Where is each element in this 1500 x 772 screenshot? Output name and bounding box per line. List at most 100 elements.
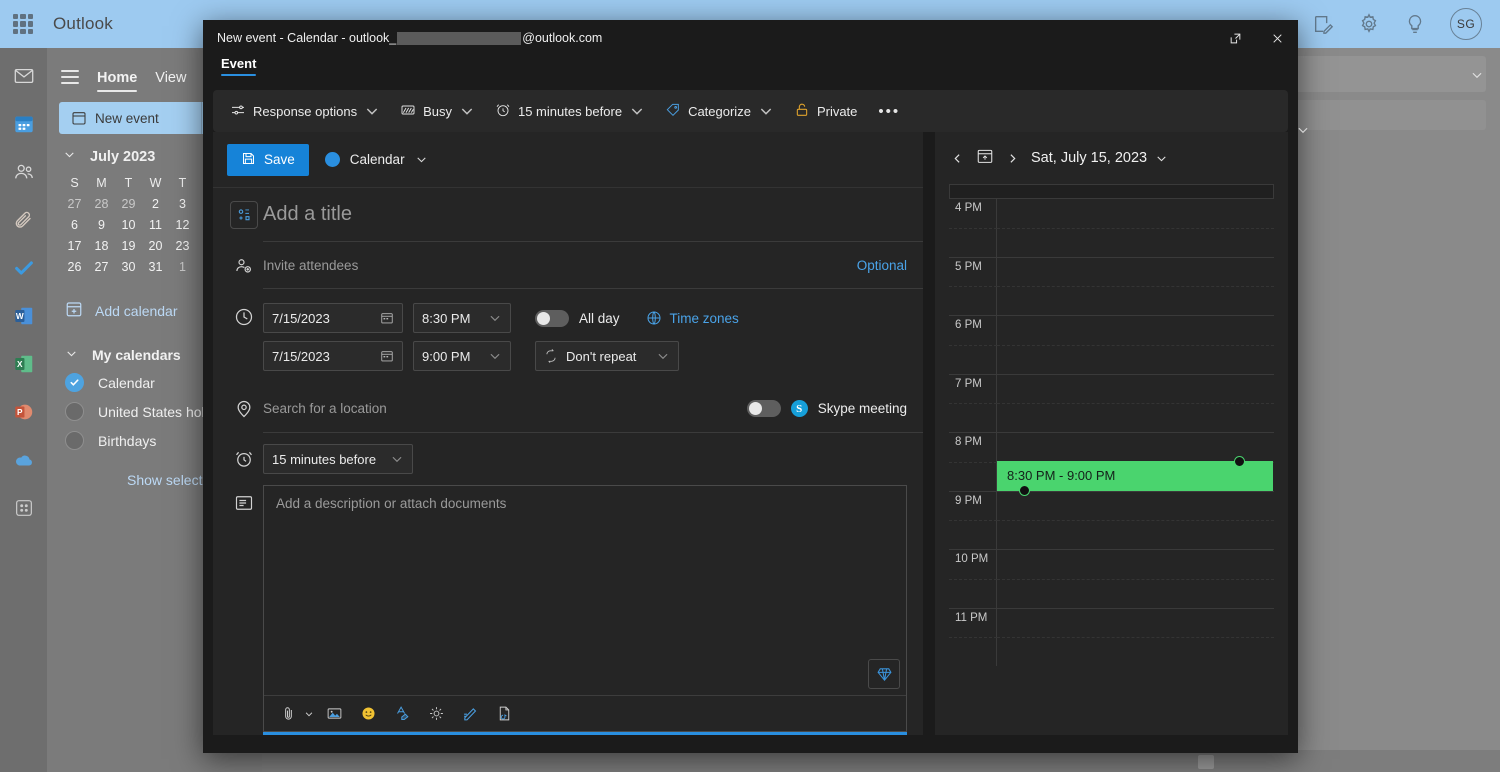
categorize-button[interactable]: Categorize [656, 96, 783, 126]
hour-row[interactable]: 10 PM [949, 549, 1274, 608]
close-icon[interactable] [1256, 20, 1298, 56]
event-type-icon[interactable] [230, 201, 258, 229]
avatar[interactable]: SG [1450, 8, 1482, 40]
gem-icon[interactable] [868, 659, 900, 689]
hour-slot[interactable] [997, 258, 1274, 316]
checkbox-unchecked-icon[interactable] [65, 402, 84, 421]
calendar-picker-icon[interactable] [380, 311, 394, 325]
mini-calendar-day[interactable]: 1 [169, 260, 196, 274]
ribbon-overflow-button[interactable]: ••• [868, 103, 910, 120]
mini-calendar-day[interactable]: 27 [61, 197, 88, 211]
attach-icon[interactable] [274, 701, 302, 727]
mini-calendar-day[interactable]: 30 [115, 260, 142, 274]
start-date-field[interactable]: 7/15/2023 [263, 303, 403, 333]
mini-calendar-day[interactable]: 2 [142, 197, 169, 211]
hour-row[interactable]: 5 PM [949, 256, 1274, 316]
status-bar-icon[interactable] [1198, 755, 1214, 769]
hour-slot[interactable] [997, 199, 1274, 257]
rail-item-people[interactable] [8, 156, 40, 188]
repeat-field[interactable]: Don't repeat [535, 341, 679, 371]
mini-calendar-day[interactable]: 31 [142, 260, 169, 274]
all-day-strip[interactable] [949, 184, 1274, 198]
tab-home[interactable]: Home [97, 70, 138, 92]
hour-row[interactable]: 11 PM [949, 607, 1274, 667]
hamburger-menu-icon[interactable] [61, 70, 79, 84]
emoji-icon[interactable] [354, 701, 382, 727]
export-document-icon[interactable] [490, 701, 518, 727]
attendees-input[interactable]: Invite attendees [263, 258, 358, 273]
mini-calendar-day[interactable]: 20 [142, 239, 169, 253]
background-chevron-down-icon[interactable] [1470, 68, 1484, 87]
mini-calendar-day[interactable]: 26 [61, 260, 88, 274]
rail-item-files[interactable] [8, 204, 40, 236]
settings-gear-icon[interactable] [1358, 13, 1380, 35]
format-painter-icon[interactable] [388, 701, 416, 727]
rail-item-onedrive[interactable] [8, 444, 40, 476]
tips-lightbulb-icon[interactable] [1404, 13, 1426, 35]
all-day-toggle[interactable] [535, 309, 569, 327]
mini-calendar-day[interactable]: 6 [61, 218, 88, 232]
checkbox-unchecked-icon[interactable] [65, 431, 84, 450]
location-input[interactable]: Search for a location [263, 401, 387, 416]
reminder-field[interactable]: 15 minutes before [263, 444, 413, 474]
mini-calendar-day[interactable]: 29 [115, 197, 142, 211]
mini-calendar-day[interactable]: 28 [88, 197, 115, 211]
day-time-grid[interactable]: 4 PM 5 PM 6 PM 7 PM 8 PM 9 PM 10 PM 11 PM 8:30 P… [949, 198, 1274, 721]
picture-icon[interactable] [320, 701, 348, 727]
optional-link[interactable]: Optional [857, 258, 907, 273]
mini-calendar-day[interactable]: 11 [142, 218, 169, 232]
hour-row[interactable]: 7 PM [949, 373, 1274, 433]
rail-item-powerpoint[interactable]: P [8, 396, 40, 428]
reminder-button[interactable]: 15 minutes before [486, 96, 654, 126]
title-input[interactable]: Add a title [263, 203, 352, 226]
end-time-field[interactable]: 9:00 PM [413, 341, 511, 371]
event-resize-handle-bottom[interactable] [1019, 484, 1030, 496]
hour-slot[interactable] [997, 609, 1274, 667]
rail-item-mail[interactable] [8, 60, 40, 92]
calendar-selector[interactable]: Calendar [324, 152, 428, 167]
busy-button[interactable]: Busy [391, 96, 484, 126]
rail-item-more-apps[interactable] [8, 492, 40, 524]
save-button[interactable]: Save [227, 143, 309, 176]
hour-slot[interactable] [997, 550, 1274, 608]
hour-row[interactable]: 6 PM [949, 315, 1274, 374]
signature-pen-icon[interactable] [456, 701, 484, 727]
skype-meeting-toggle[interactable] [746, 400, 781, 417]
mini-calendar-day[interactable]: 17 [61, 239, 88, 253]
hour-row[interactable]: 4 PM [949, 198, 1274, 257]
mini-calendar-day[interactable]: 3 [169, 197, 196, 211]
rail-item-excel[interactable]: X [8, 348, 40, 380]
tab-view[interactable]: View [155, 70, 186, 92]
hour-slot[interactable] [997, 316, 1274, 374]
response-options-button[interactable]: Response options [221, 96, 389, 126]
mini-calendar-day[interactable]: 9 [88, 218, 115, 232]
restore-icon[interactable] [1214, 20, 1256, 56]
mini-calendar-day[interactable]: 10 [115, 218, 142, 232]
mini-calendar-day[interactable]: 12 [169, 218, 196, 232]
private-button[interactable]: Private [785, 96, 866, 126]
description-textarea[interactable]: Add a description or attach documents [264, 486, 906, 695]
end-date-field[interactable]: 7/15/2023 [263, 341, 403, 371]
new-note-icon[interactable] [1312, 13, 1334, 35]
next-day-button[interactable] [1006, 152, 1019, 165]
calendar-event-block[interactable]: 8:30 PM - 9:00 PM [997, 461, 1273, 491]
rail-item-word[interactable]: W [8, 300, 40, 332]
rail-item-calendar[interactable] [8, 108, 40, 140]
hour-slot[interactable] [997, 375, 1274, 433]
effects-icon[interactable] [422, 701, 450, 727]
mini-calendar-day[interactable]: 18 [88, 239, 115, 253]
calendar-picker-icon[interactable] [380, 349, 394, 363]
hour-slot[interactable] [997, 492, 1274, 550]
previous-day-button[interactable] [951, 152, 964, 165]
tab-event[interactable]: Event [221, 56, 257, 76]
hour-row[interactable]: 9 PM [949, 490, 1274, 550]
mini-calendar-day[interactable]: 23 [169, 239, 196, 253]
start-time-field[interactable]: 8:30 PM [413, 303, 511, 333]
chevron-down-icon[interactable] [304, 709, 314, 719]
mini-calendar-day[interactable]: 19 [115, 239, 142, 253]
rail-item-todo[interactable] [8, 252, 40, 284]
checkbox-checked-icon[interactable] [65, 373, 84, 392]
mini-calendar-day[interactable]: 27 [88, 260, 115, 274]
ribbon-collapse-chevron-icon[interactable] [1296, 123, 1310, 142]
preview-date-picker[interactable]: Sat, July 15, 2023 [1031, 150, 1168, 166]
